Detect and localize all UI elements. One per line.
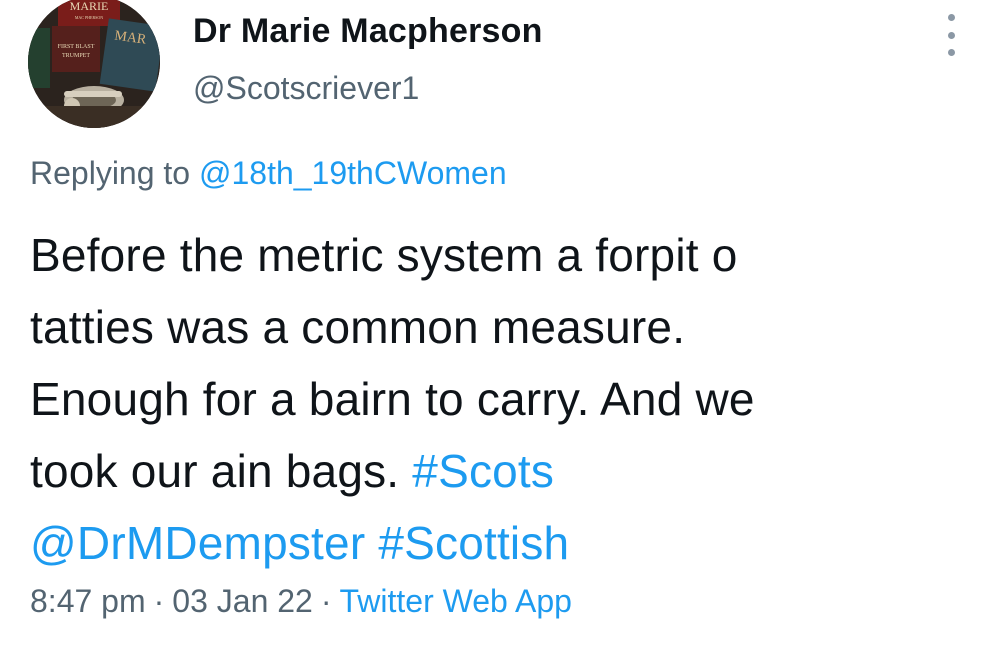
tweet-line: tatties was a common measure. — [30, 301, 686, 353]
more-vertical-icon[interactable] — [936, 14, 966, 56]
avatar[interactable]: MARIE MAC PHERSON FIRST BLAST TRUMPET MA… — [28, 0, 160, 128]
tweet-line: took our ain bags. #Scots — [30, 435, 970, 507]
author-handle[interactable]: @Scotscriever1 — [193, 70, 419, 107]
mention-drmdempster[interactable]: @DrMDempster — [30, 517, 365, 569]
tweet-line-text: took our ain bags. — [30, 445, 400, 497]
more-dot — [947, 31, 955, 39]
hashtag-scottish[interactable]: #Scottish — [378, 517, 569, 569]
tweet: MARIE MAC PHERSON FIRST BLAST TRUMPET MA… — [0, 0, 1000, 647]
avatar-book-left-subtitle: TRUMPET — [62, 53, 90, 59]
tweet-line: Enough for a bairn to carry. And we — [30, 373, 755, 425]
meta-separator: · — [153, 583, 165, 619]
replying-to: Replying to @18th_19thCWomen — [30, 155, 507, 192]
replying-to-mention[interactable]: @18th_19thCWomen — [199, 155, 507, 191]
tweet-line: @DrMDempster #Scottish — [30, 507, 970, 579]
hashtag-scots[interactable]: #Scots — [412, 445, 554, 497]
avatar-image: MARIE MAC PHERSON FIRST BLAST TRUMPET MA… — [28, 0, 160, 128]
tweet-date[interactable]: 03 Jan 22 — [172, 583, 313, 619]
avatar-book-left-title: FIRST BLAST — [58, 44, 95, 50]
meta-separator: · — [320, 583, 332, 619]
tweet-text: Before the metric system a forpit o tatt… — [30, 219, 970, 579]
more-dot — [947, 49, 955, 56]
tweet-time[interactable]: 8:47 pm — [30, 583, 146, 619]
replying-to-label: Replying to — [30, 155, 191, 191]
avatar-book-title: MARIE — [70, 0, 109, 13]
avatar-book-subtitle: MAC PHERSON — [75, 15, 103, 20]
author-name[interactable]: Dr Marie Macpherson — [193, 12, 543, 51]
tweet-meta: 8:47 pm · 03 Jan 22 · Twitter Web App — [30, 583, 572, 620]
tweet-source[interactable]: Twitter Web App — [340, 583, 572, 619]
tweet-line: Before the metric system a forpit o — [30, 229, 738, 281]
more-dot — [947, 14, 955, 21]
